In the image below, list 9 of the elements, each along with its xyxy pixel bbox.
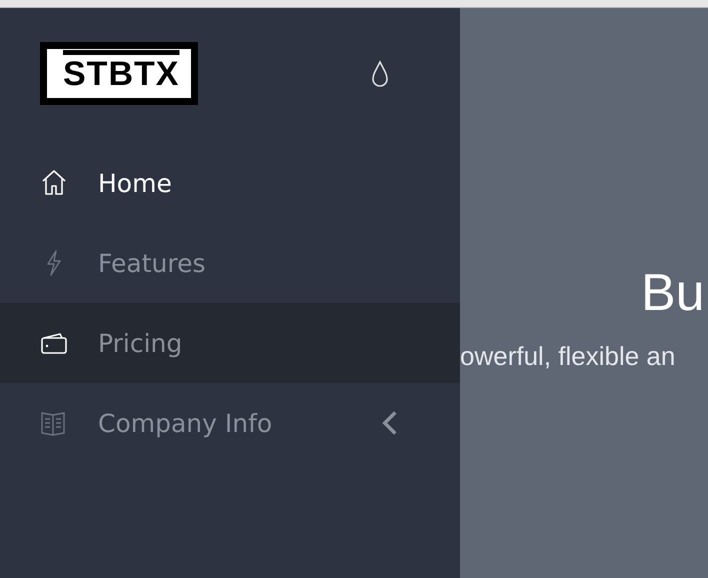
home-icon (40, 169, 68, 197)
hero-subtitle: owerful, flexible an (460, 340, 676, 372)
menu-item[interactable]: Features (0, 223, 460, 303)
droplet-icon[interactable] (370, 60, 390, 88)
menu-item[interactable]: Home (0, 143, 460, 223)
menu-item[interactable]: Company Info (0, 383, 460, 463)
hero-title: Bu (641, 263, 705, 324)
menu-item[interactable]: Pricing (0, 303, 460, 383)
logo[interactable]: STBTX (40, 42, 198, 105)
